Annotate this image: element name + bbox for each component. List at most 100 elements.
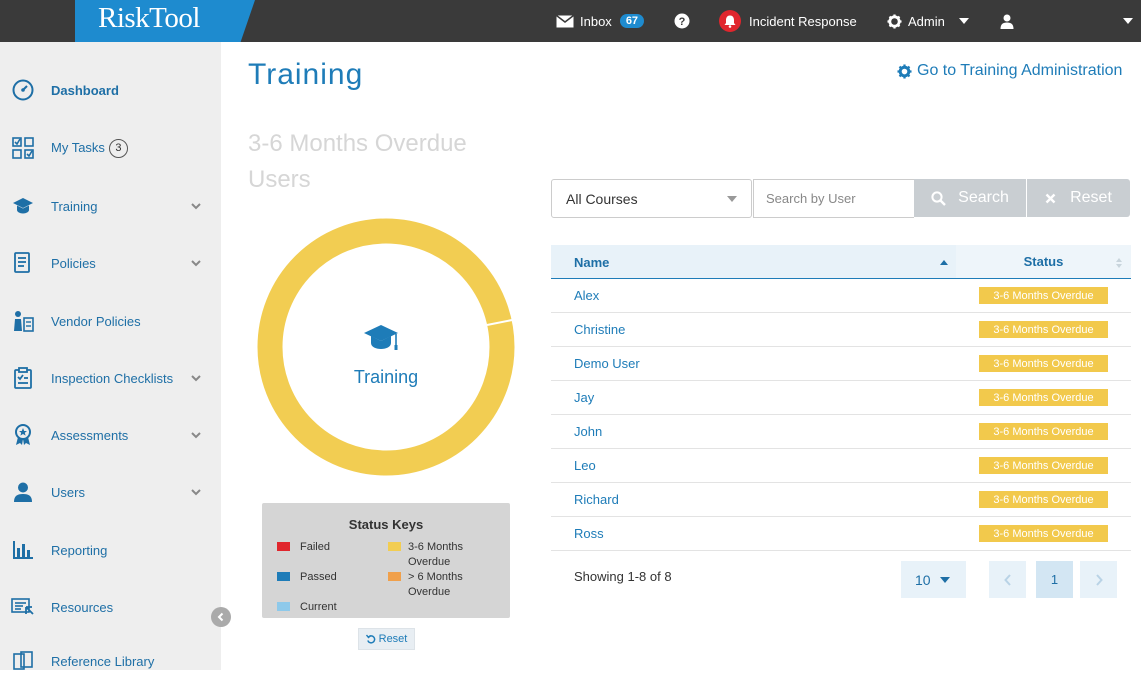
chevron-down-icon (191, 375, 201, 382)
sidebar-item-assessments[interactable]: Assessments (0, 415, 221, 455)
next-page-button[interactable] (1080, 561, 1117, 598)
search-icon (931, 190, 946, 206)
previous-page-button[interactable] (989, 561, 1026, 598)
status-badge: 3-6 Months Overdue (979, 491, 1108, 508)
sidebar-item-inspection-checklists[interactable]: Inspection Checklists (0, 358, 221, 398)
inbox-count-badge: 67 (619, 14, 645, 28)
status-badge: 3-6 Months Overdue (979, 457, 1108, 474)
user-icon (1000, 14, 1014, 29)
table-row: Jay 3-6 Months Overdue (551, 381, 1131, 415)
key-overdue-6: > 6 Months Overdue (408, 571, 463, 598)
bar-chart-icon (11, 538, 35, 562)
chevron-down-icon (1123, 18, 1133, 24)
pagination-summary: Showing 1-8 of 8 (574, 569, 672, 584)
user-name-link[interactable]: Ross (574, 526, 604, 541)
status-badge: 3-6 Months Overdue (979, 525, 1108, 542)
chevron-down-icon (191, 260, 201, 267)
chevron-down-icon (940, 577, 950, 583)
status-badge: 3-6 Months Overdue (979, 321, 1108, 338)
course-select[interactable]: All Courses (551, 179, 752, 218)
user-name-link[interactable]: Richard (574, 492, 619, 507)
incident-response-button[interactable]: Incident Response (719, 0, 857, 42)
column-header-status[interactable]: Status (956, 245, 1131, 278)
key-overdue-3-6: 3-6 Months Overdue (408, 541, 464, 568)
award-icon (11, 423, 35, 447)
sidebar-item-reference-library[interactable]: Reference Library (0, 641, 221, 681)
vendor-icon (11, 309, 35, 333)
passed-swatch (277, 572, 290, 581)
table-row: Leo 3-6 Months Overdue (551, 449, 1131, 483)
table-row: Alex 3-6 Months Overdue (551, 279, 1131, 313)
table-row: Christine 3-6 Months Overdue (551, 313, 1131, 347)
chevron-right-icon (1095, 573, 1103, 586)
user-name-link[interactable]: Christine (574, 322, 625, 337)
bell-icon (719, 10, 741, 32)
overflow-menu-button[interactable] (1123, 0, 1133, 42)
user-name-link[interactable]: Demo User (574, 356, 640, 371)
gear-icon (897, 63, 912, 79)
svg-text:?: ? (679, 16, 686, 28)
sidebar-item-resources[interactable]: Resources (0, 587, 221, 627)
sidebar-item-policies[interactable]: Policies (0, 243, 221, 283)
search-user-input[interactable] (753, 179, 914, 218)
table-header: Name Status (551, 245, 1131, 279)
page-size-select[interactable]: 10 (901, 561, 966, 598)
page-1-button[interactable]: 1 (1036, 561, 1073, 598)
clipboard-icon (11, 366, 35, 390)
tasks-icon (11, 136, 35, 160)
user-name-link[interactable]: Alex (574, 288, 599, 303)
status-badge: 3-6 Months Overdue (979, 389, 1108, 406)
page-title: Training (248, 58, 364, 91)
overdue-6-swatch (388, 572, 401, 581)
key-failed: Failed (300, 541, 330, 553)
undo-icon (365, 634, 375, 644)
key-current: Current (300, 601, 337, 613)
status-keys-title: Status Keys (348, 517, 424, 532)
resources-icon (11, 595, 35, 619)
current-swatch (277, 602, 290, 611)
chevron-down-icon (191, 432, 201, 439)
status-badge: 3-6 Months Overdue (979, 423, 1108, 440)
tasks-count-badge: 3 (108, 138, 128, 158)
chevron-down-icon (191, 203, 201, 210)
chevron-down-icon (958, 18, 969, 24)
sidebar-item-training[interactable]: Training (0, 186, 221, 226)
sidebar-item-users[interactable]: Users (0, 472, 221, 512)
user-icon (11, 480, 35, 504)
status-badge: 3-6 Months Overdue (979, 287, 1108, 304)
training-admin-link[interactable]: Go to Training Administration (897, 62, 1122, 80)
top-bar: RiskTool Inbox 67 ? Incident Response Ad… (0, 0, 1141, 42)
chevron-down-icon (727, 196, 737, 202)
user-profile-button[interactable] (1000, 0, 1014, 42)
status-keys-legend: Status Keys Failed Passed Current 3-6 Mo… (262, 503, 510, 618)
column-header-name[interactable]: Name (574, 255, 609, 270)
key-passed: Passed (300, 571, 337, 583)
user-name-link[interactable]: Leo (574, 458, 596, 473)
sidebar-item-my-tasks[interactable]: My Tasks 3 (0, 128, 221, 168)
dashboard-gauge-icon (11, 78, 35, 102)
chart-title: 3-6 Months Overdue Users (248, 130, 467, 193)
chart-reset-button[interactable]: Reset (358, 628, 415, 650)
graduation-cap-icon (364, 325, 398, 350)
sidebar-item-vendor-policies[interactable]: Vendor Policies (0, 301, 221, 341)
reset-button[interactable]: Reset (1027, 179, 1130, 217)
sidebar-item-reporting[interactable]: Reporting (0, 530, 221, 570)
sort-ascending-icon[interactable] (940, 260, 948, 265)
status-badge: 3-6 Months Overdue (979, 355, 1108, 372)
failed-swatch (277, 542, 290, 551)
user-name-link[interactable]: John (574, 424, 602, 439)
admin-menu[interactable]: Admin (887, 0, 969, 42)
user-name-link[interactable]: Jay (574, 390, 594, 405)
help-icon: ? (674, 13, 690, 29)
search-button[interactable]: Search (914, 179, 1026, 217)
chevron-down-icon (191, 489, 201, 496)
help-button[interactable]: ? (674, 0, 690, 42)
table-row: Ross 3-6 Months Overdue (551, 517, 1131, 551)
policies-icon (11, 251, 35, 275)
table-row: Richard 3-6 Months Overdue (551, 483, 1131, 517)
sidebar-item-dashboard[interactable]: Dashboard (0, 70, 221, 110)
overdue-3-6-swatch (388, 542, 401, 551)
sidebar-collapse-button[interactable] (211, 607, 231, 627)
inbox-button[interactable]: Inbox 67 (556, 0, 645, 42)
risktool-logo[interactable]: RiskTool (75, 0, 255, 42)
